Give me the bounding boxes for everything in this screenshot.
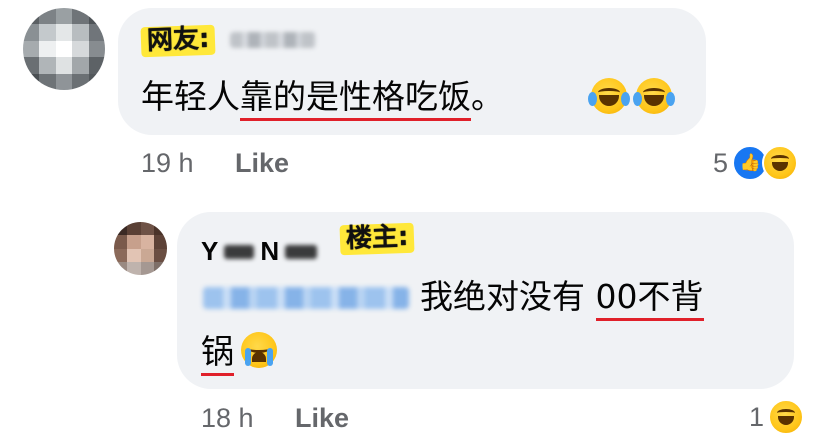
comment-reactions[interactable]: 5 👍 [713,145,799,181]
reply-text-line-1: 我绝对没有 00不背 [420,277,704,321]
tears-of-joy-emoji [588,78,630,114]
commenter-name-redacted[interactable] [230,32,316,48]
replier-name-initial-2: N [260,236,280,266]
comment-reaction-count: 5 [713,147,729,178]
reply-timestamp[interactable]: 18 h [201,405,254,432]
comment-timestamp[interactable]: 19 h [141,150,194,177]
loudly-crying-emoji [241,332,277,368]
reply-reaction-count: 1 [749,401,765,432]
haha-reaction-icon [768,399,805,435]
replier-name[interactable]: Y N [201,236,318,267]
comment-text-post: 。 [471,77,504,116]
reply-reactions[interactable]: 1 [749,399,805,435]
comment-text: 年轻人靠的是性格吃饭。 [141,77,504,121]
comment-like-button[interactable]: Like [235,150,289,177]
reply-text-pre: 我绝对没有 [420,277,596,316]
reply-like-button[interactable]: Like [295,405,349,432]
reply-text-line-2: 锅 [201,332,234,376]
replier-avatar[interactable] [114,222,167,275]
comment-text-pre: 年轻人 [141,77,240,116]
replier-name-redacted-2 [285,244,318,259]
commenter-tag: 网友: [140,24,216,58]
replier-name-initial-1: Y [201,236,219,266]
mentioned-user-redacted[interactable] [203,287,409,309]
replier-tag: 楼主: [339,222,415,256]
reply-text-underlined-2: 锅 [201,332,234,376]
tears-of-joy-emoji [633,78,675,114]
haha-reaction-icon [762,145,799,181]
replier-name-redacted-1 [224,244,255,259]
comment-text-underlined: 靠的是性格吃饭 [240,77,471,121]
reply-text-underlined-1: 00不背 [595,277,704,321]
commenter-avatar[interactable] [23,8,105,90]
